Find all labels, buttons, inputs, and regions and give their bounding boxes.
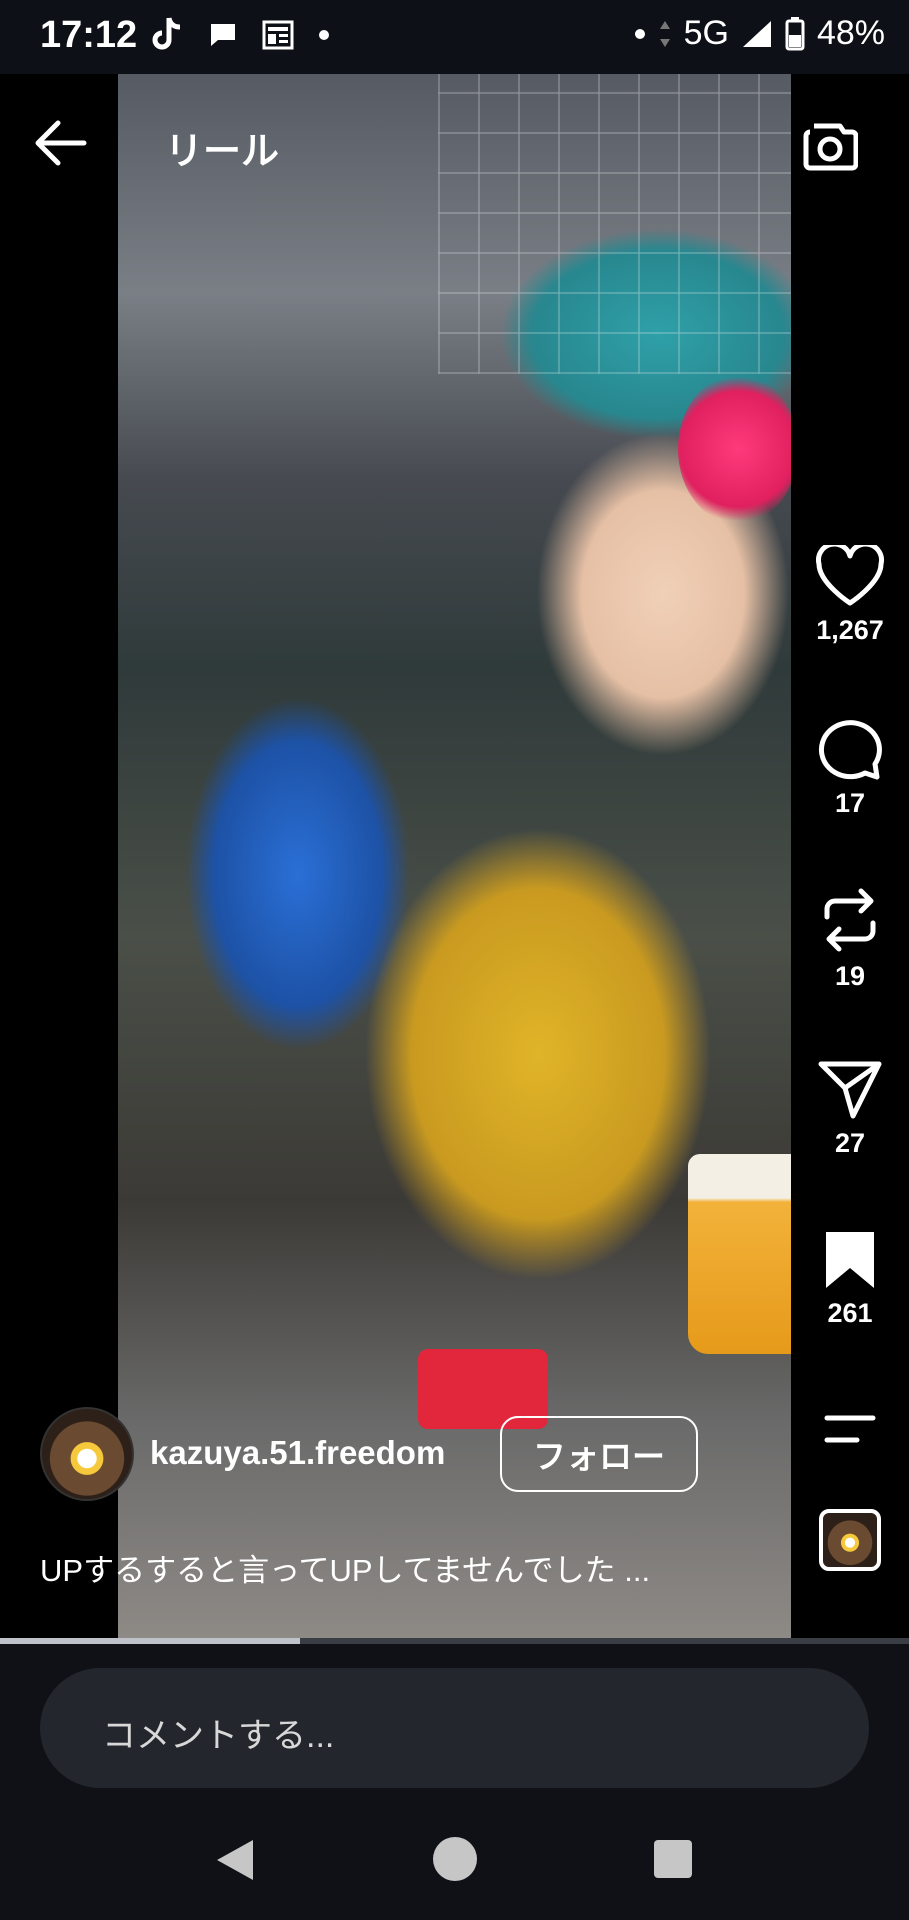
data-arrows-icon bbox=[659, 20, 670, 47]
dot-icon bbox=[634, 28, 645, 39]
stadium-roof bbox=[438, 74, 791, 374]
status-time: 17:12 bbox=[40, 14, 138, 56]
status-bar: 17:12 5G 48% bbox=[0, 0, 909, 74]
notification-icons bbox=[150, 16, 330, 54]
back-arrow-icon[interactable] bbox=[30, 118, 88, 168]
beer-cup bbox=[688, 1154, 791, 1354]
news-icon bbox=[262, 20, 294, 50]
repost-icon[interactable] bbox=[819, 887, 881, 953]
like-action[interactable]: 1,267 bbox=[791, 545, 909, 646]
reel-video[interactable] bbox=[118, 74, 791, 1641]
avatar[interactable] bbox=[40, 1407, 134, 1501]
bookmark-icon[interactable] bbox=[824, 1230, 876, 1290]
signal-icon bbox=[742, 20, 771, 47]
save-action[interactable]: 261 bbox=[791, 1230, 909, 1329]
send-icon[interactable] bbox=[817, 1058, 883, 1120]
comment-input[interactable]: コメントする... bbox=[40, 1668, 869, 1788]
reel-stage bbox=[0, 74, 909, 1641]
network-type: 5G bbox=[683, 14, 729, 52]
repost-count: 19 bbox=[834, 961, 866, 991]
caption-text[interactable]: UPするすると言ってUPしてませんでした ... bbox=[40, 1545, 650, 1590]
save-count: 261 bbox=[827, 1298, 873, 1328]
comment-action[interactable]: 17 bbox=[791, 716, 909, 819]
username[interactable]: kazuya.51.freedom bbox=[150, 1434, 445, 1472]
like-count: 1,267 bbox=[816, 615, 884, 645]
share-count: 27 bbox=[834, 1128, 866, 1158]
system-indicators: 5G 48% bbox=[634, 14, 885, 53]
audio-thumbnail[interactable] bbox=[819, 1509, 881, 1571]
message-icon bbox=[211, 24, 235, 46]
nav-back-icon[interactable] bbox=[213, 1838, 257, 1882]
hair-flower bbox=[678, 374, 791, 524]
camera-icon[interactable] bbox=[800, 118, 858, 176]
more-action[interactable] bbox=[791, 1412, 909, 1446]
battery-level: 48% bbox=[816, 14, 885, 52]
follow-button[interactable]: フォロー bbox=[500, 1416, 698, 1492]
comment-count: 17 bbox=[834, 788, 866, 818]
video-progress[interactable] bbox=[0, 1638, 909, 1644]
tiktok-icon bbox=[152, 17, 181, 50]
audio-action[interactable] bbox=[791, 1509, 909, 1571]
page-title: リール bbox=[165, 131, 280, 173]
video-progress-fill bbox=[0, 1638, 300, 1644]
comment-bubble-icon[interactable] bbox=[817, 716, 883, 780]
share-action[interactable]: 27 bbox=[791, 1058, 909, 1159]
repost-action[interactable]: 19 bbox=[791, 887, 909, 992]
nav-recents-icon[interactable] bbox=[654, 1840, 692, 1878]
more-lines-icon[interactable] bbox=[823, 1412, 877, 1446]
nav-home-icon[interactable] bbox=[433, 1837, 477, 1881]
comment-placeholder: コメントする... bbox=[102, 1717, 335, 1755]
heart-icon[interactable] bbox=[815, 545, 885, 607]
dot-icon bbox=[319, 30, 329, 40]
battery-icon bbox=[785, 16, 805, 50]
